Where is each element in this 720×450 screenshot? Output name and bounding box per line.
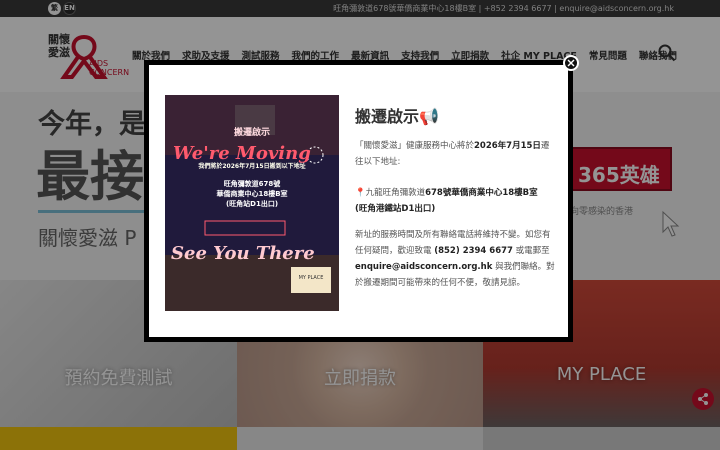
- modal-paragraph-1: 「關懷愛滋」健康服務中心將於2026年7月15日遷往以下地址:: [355, 138, 555, 170]
- modal-paragraph-2: 📍九龍旺角彌敦道678號華僑商業中心18樓B室 (旺角港鐵站D1出口): [355, 185, 555, 217]
- modal-close-button[interactable]: [563, 55, 579, 71]
- relocation-modal: 搬遷啟示 We're Moving 我們將於2026年7月15日搬到以下地址 旺…: [144, 60, 573, 342]
- poster-sign: MY PLACE: [291, 267, 331, 293]
- poster-subtitle: 我們將於2026年7月15日搬到以下地址: [198, 163, 306, 170]
- poster-see-you: See You There: [171, 243, 315, 264]
- modal-paragraph-3: 新址的服務時間及所有聯絡電話將維持不變。如您有任何疑問，歡迎致電 (852) 2…: [355, 227, 555, 291]
- poster-address: 旺角彌敦道678號 華僑商業中心18樓B室 (旺角站D1出口): [216, 180, 288, 208]
- para2-addr1: 📍九龍旺角彌敦道: [355, 188, 426, 198]
- para3-mid: 或電郵至: [515, 246, 550, 256]
- para2-addr3: (旺角港鐵站D1出口): [355, 204, 436, 214]
- poster-notice: 搬遷啟示: [233, 128, 270, 138]
- para1-pre: 「關懷愛滋」健康服務中心將於: [355, 141, 475, 151]
- poster-title: We're Moving: [173, 143, 311, 164]
- para2-addr2: 678號華僑商業中心18樓B室: [425, 188, 538, 198]
- para3-phone[interactable]: (852) 2394 6677: [434, 246, 513, 256]
- modal-title: 搬遷啟示📢: [355, 107, 439, 126]
- para3-email[interactable]: enquire@aidsconcern.org.hk: [355, 262, 492, 272]
- relocation-poster: 搬遷啟示 We're Moving 我們將於2026年7月15日搬到以下地址 旺…: [165, 95, 339, 311]
- close-icon: [567, 59, 575, 67]
- para1-date: 2026年7月15日: [474, 141, 541, 151]
